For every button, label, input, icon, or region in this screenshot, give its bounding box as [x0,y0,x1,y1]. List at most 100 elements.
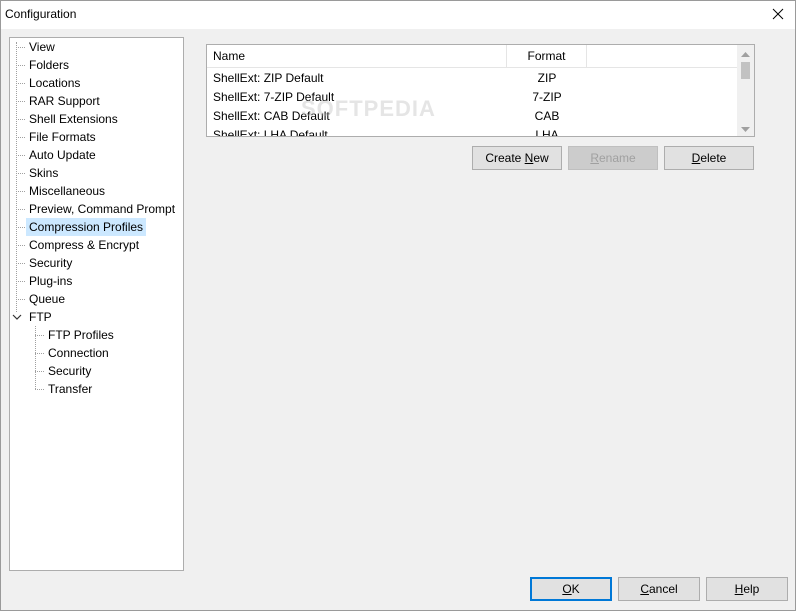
tree-item-label: View [29,40,55,54]
list-item[interactable]: ShellExt: ZIP Default ZIP [207,69,739,88]
create-new-label-post: ew [533,151,549,165]
tree-connector [35,371,44,372]
profiles-list[interactable]: Name Format ShellExt: ZIP Default ZIP Shel… [206,44,755,137]
tree-item-label: Miscellaneous [29,184,106,198]
list-item[interactable]: ShellExt: 7-ZIP Default 7-ZIP [207,88,739,107]
tree-connector [35,335,44,336]
scroll-thumb[interactable] [741,62,750,79]
rename-accel: R [590,151,599,165]
profile-format: LHA [535,128,559,137]
tree-item[interactable]: File Formats [26,128,99,146]
tree-item-label: Preview, Command Prompt [29,202,176,216]
tree-item-label: Locations [29,76,81,90]
tree-item[interactable]: Connection [45,344,112,362]
profile-name: ShellExt: ZIP Default [213,71,324,85]
tree-connector [16,281,25,282]
tree-connector [16,119,25,120]
delete-label-post: elete [700,151,727,165]
profile-format: CAB [534,109,560,123]
tree-item-label: FTP [29,310,52,324]
tree-connector [16,101,25,102]
tree-connector [16,155,25,156]
tree-item[interactable]: Plug-ins [26,272,75,290]
ok-accel: O [562,582,572,596]
tree-item-label: Transfer [48,382,93,396]
list-item[interactable]: ShellExt: CAB Default CAB [207,107,739,126]
settings-tree[interactable]: View Folders Locations RAR Support Shell Ext… [9,37,184,571]
column-header-name[interactable]: Name [207,45,507,68]
tree-item-label: Shell Extensions [29,112,118,126]
tree-item-label: Compression Profiles [26,218,147,236]
profile-format: ZIP [537,71,557,85]
tree-item[interactable]: Compress & Encrypt [26,236,142,254]
cancel-label-post: ancel [648,582,678,596]
tree-item-label: FTP Profiles [48,328,114,342]
tree-item-label: RAR Support [29,94,100,108]
title-bar: Configuration [1,1,795,29]
window-title: Configuration [5,7,77,21]
create-new-label-pre: Create [485,151,525,165]
tree-item[interactable]: Preview, Command Prompt [26,200,178,218]
tree-item[interactable]: Queue [26,290,68,308]
configuration-window: Configuration View Folders Locations RAR Su… [0,0,796,611]
list-header: Name Format [207,45,739,68]
close-button[interactable] [769,5,787,23]
tree-item-label: Connection [48,346,109,360]
tree-item[interactable]: Security [26,254,75,272]
tree-item[interactable]: Locations [26,74,83,92]
tree-item[interactable]: FTP [26,308,55,326]
tree-connector [16,245,25,246]
profile-name: ShellExt: LHA Default [213,128,328,137]
tree-item[interactable]: Compression Profiles [26,218,147,236]
tree-connector [16,227,25,228]
help-button[interactable]: Help [706,577,788,601]
tree-item-label: Security [48,364,92,378]
tree-item[interactable]: Transfer [45,380,95,398]
tree-item-label: Security [29,256,73,270]
cancel-accel: C [640,582,649,596]
list-item[interactable]: ShellExt: LHA Default LHA [207,126,739,137]
tree-connector [16,137,25,138]
tree-connector [35,353,44,354]
create-new-button[interactable]: Create New [472,146,562,170]
tree-item-label: Plug-ins [29,274,73,288]
tree-item-label: Skins [29,166,59,180]
tree-item-label: File Formats [29,130,96,144]
rename-button[interactable]: Rename [568,146,658,170]
tree-connector [16,65,25,66]
tree-item[interactable]: Security [45,362,94,380]
tree-item[interactable]: RAR Support [26,92,103,110]
tree-item-label: Compress & Encrypt [29,238,140,252]
tree-connector [16,191,25,192]
ok-label-post: K [571,582,580,596]
tree-connector [16,173,25,174]
profile-format: 7-ZIP [532,90,562,104]
chevron-down-icon[interactable] [12,312,22,322]
tree-connector [16,47,25,48]
delete-button[interactable]: Delete [664,146,754,170]
tree-connector [16,299,25,300]
list-scrollbar[interactable] [737,45,754,136]
tree-item-label: Folders [29,58,70,72]
tree-connector [16,263,25,264]
tree-connector [35,326,36,389]
tree-item[interactable]: FTP Profiles [45,326,117,344]
tree-item[interactable]: Folders [26,56,72,74]
tree-item[interactable]: View [26,38,58,56]
scroll-down-icon[interactable] [741,125,750,134]
tree-item[interactable]: Auto Update [26,146,99,164]
tree-item[interactable]: Skins [26,164,61,182]
tree-connector [16,42,17,312]
scroll-up-icon[interactable] [741,50,750,59]
tree-item[interactable]: Shell Extensions [26,110,121,128]
delete-accel: D [691,151,701,165]
profile-name: ShellExt: 7-ZIP Default [213,90,335,104]
tree-item[interactable]: Miscellaneous [26,182,108,200]
tree-connector [16,209,25,210]
column-header-format[interactable]: Format [507,45,587,68]
tree-connector [16,83,25,84]
cancel-button[interactable]: Cancel [618,577,700,601]
ok-button[interactable]: OK [530,577,612,601]
help-label-post: elp [743,582,760,596]
close-icon [772,8,784,20]
